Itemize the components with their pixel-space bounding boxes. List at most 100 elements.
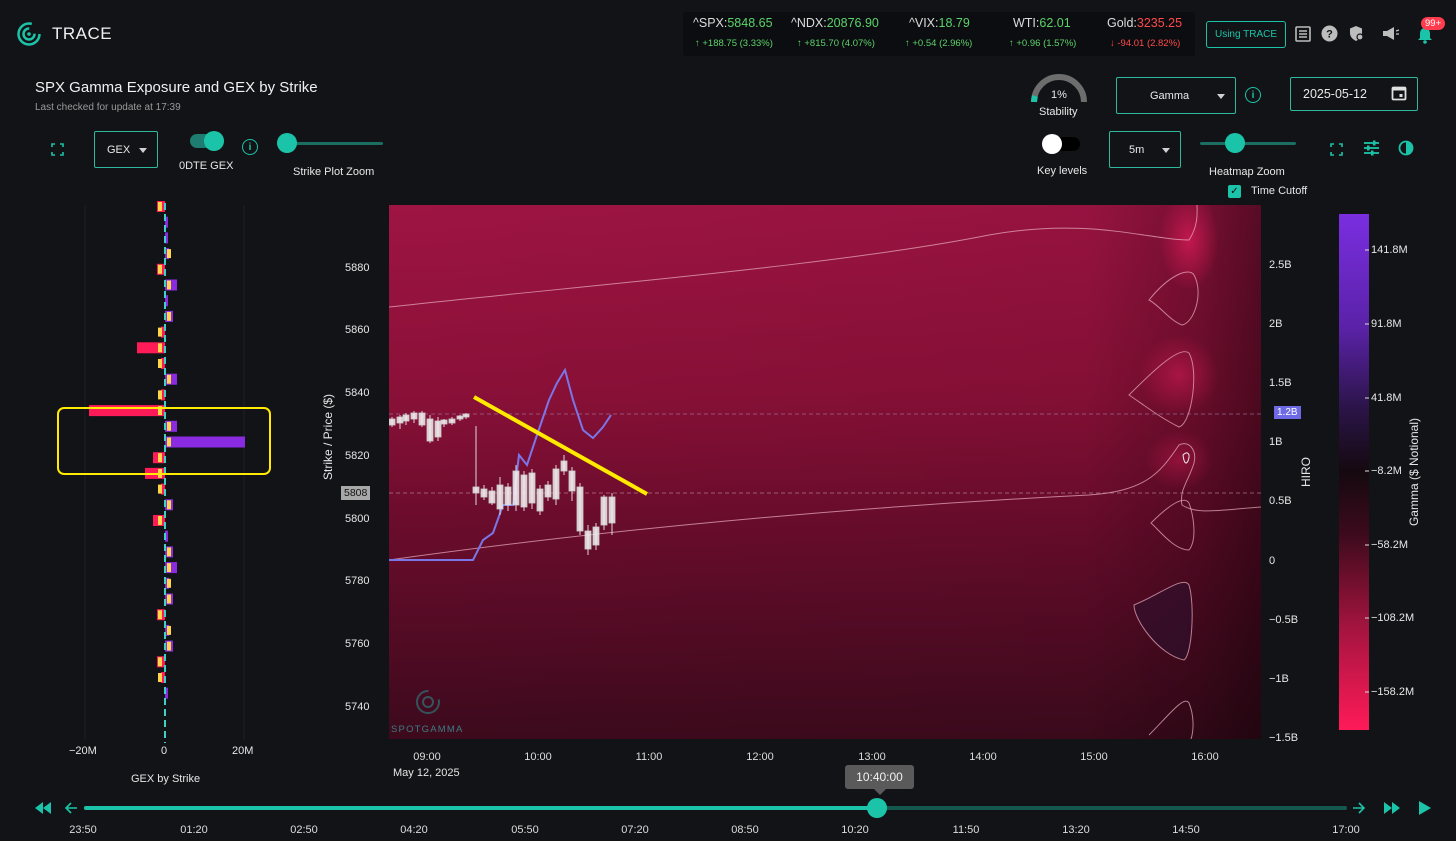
x-tick: 16:00 [1191, 751, 1219, 763]
timeline-current-tooltip: 10:40:00 [845, 765, 914, 789]
timeline-tick: 08:50 [731, 824, 759, 836]
gex-x-tick: 20M [232, 745, 254, 757]
gex-bar-accent [167, 280, 171, 290]
fullscreen-icon[interactable] [51, 143, 64, 156]
date-label: May 12, 2025 [393, 767, 460, 779]
skip-back-icon[interactable] [35, 802, 51, 814]
key-levels-toggle-knob[interactable] [1042, 134, 1062, 154]
watermark-text: SPOTGAMMA [391, 724, 464, 735]
step-forward-arrow-icon[interactable] [1352, 802, 1365, 814]
hiro-tick: 1B [1269, 436, 1283, 448]
gex-bar-accent [167, 437, 171, 447]
security-icon[interactable] [1348, 25, 1365, 42]
candle [568, 470, 576, 492]
timeline-knob[interactable] [867, 798, 888, 818]
gex-x-label: GEX by Strike [131, 773, 201, 785]
last-checked-text: Last checked for update at 17:39 [35, 102, 181, 113]
gex-bar-accent [167, 547, 171, 557]
ticker-spx[interactable]: ^SPX:5848.65 ↑ +188.75 (3.33%) [693, 16, 773, 49]
gex-bar-accent [158, 484, 162, 494]
y-tick: 5860 [345, 324, 370, 336]
contrast-icon[interactable] [1398, 140, 1414, 156]
gamma-dropdown[interactable]: Gamma [1116, 77, 1236, 114]
candle [480, 488, 488, 498]
candle [560, 460, 568, 472]
hiro-tick: −1.5B [1269, 732, 1299, 744]
ticker-ndx[interactable]: ^NDX:20876.90 ↑ +815.70 (4.07%) [791, 16, 879, 49]
hiro-tick: 0 [1269, 555, 1276, 567]
settings-sliders-icon[interactable] [1363, 140, 1380, 156]
ticker-gold[interactable]: Gold:3235.25 ↓ -94.01 (2.82%) [1107, 16, 1182, 49]
timeline-tick: 23:50 [69, 824, 97, 836]
heatmap-y-label: Strike / Price ($) [321, 394, 335, 481]
megaphone-icon[interactable] [1382, 26, 1400, 41]
document-icon[interactable] [1295, 26, 1311, 42]
gex-x-tick: 0 [161, 745, 168, 757]
strike-zoom-slider-knob[interactable] [277, 133, 297, 153]
gex-bar-accent [158, 264, 162, 274]
x-tick: 12:00 [746, 751, 774, 763]
gex-bar-accent [158, 610, 162, 620]
gex-bar-accent [158, 516, 162, 525]
app-name: TRACE [52, 24, 113, 43]
ticker-wti[interactable]: WTI:62.01 ↑ +0.96 (1.57%) [1009, 16, 1076, 49]
play-icon[interactable] [1419, 801, 1431, 815]
time-cutoff-label: Time Cutoff [1251, 185, 1308, 197]
candle [544, 484, 552, 498]
candle [496, 484, 504, 510]
candle [488, 490, 496, 504]
odte-toggle-knob[interactable] [204, 131, 224, 151]
hiro-tick: −0.5B [1269, 614, 1299, 626]
colorbar-label: Gamma ($ Notional) [1407, 417, 1421, 527]
gex-dropdown[interactable]: GEX [94, 131, 158, 168]
candle [402, 414, 410, 422]
gex-by-strike-chart [57, 201, 271, 743]
candle [456, 415, 464, 420]
candle [462, 413, 470, 418]
interval-dropdown[interactable]: 5m [1109, 131, 1181, 168]
candle [426, 418, 434, 442]
x-tick: 15:00 [1080, 751, 1108, 763]
calendar-icon[interactable] [1391, 85, 1407, 101]
timeline-tick: 02:50 [290, 824, 318, 836]
timeline-tick: 04:20 [400, 824, 428, 836]
info-icon[interactable]: i [242, 139, 258, 155]
candle [536, 488, 544, 512]
timeline-track[interactable] [84, 806, 1347, 810]
timeline-tick: 13:20 [1062, 824, 1090, 836]
gex-bar-accent [167, 578, 171, 588]
x-tick: 11:00 [635, 751, 663, 763]
heatmap-zoom-slider-track[interactable] [1200, 142, 1296, 145]
gamma-info-icon[interactable]: i [1245, 87, 1261, 103]
gex-bar-accent [167, 625, 171, 635]
candle [592, 526, 600, 546]
gex-bar-accent [158, 202, 162, 211]
timeline-tick: 07:20 [621, 824, 649, 836]
x-tick: 14:00 [969, 751, 997, 763]
hiro-tick: −1B [1269, 673, 1289, 685]
colorbar-tick: 91.8M [1371, 318, 1402, 330]
help-icon[interactable]: ? [1321, 25, 1338, 42]
strike-zoom-slider-track[interactable] [287, 142, 383, 145]
heatmap-fullscreen-icon[interactable] [1330, 143, 1343, 156]
timeline-progress [84, 806, 878, 810]
candle [418, 412, 426, 426]
y-tick: 5840 [345, 387, 370, 399]
hiro-marker: 1.2B [1274, 406, 1301, 419]
gex-bar [165, 436, 245, 448]
gex-bar-accent [158, 327, 162, 337]
candle [410, 412, 418, 420]
using-trace-button[interactable]: Using TRACE [1206, 21, 1286, 48]
candle [396, 416, 404, 424]
y-tick: 5780 [345, 575, 370, 587]
gamma-heatmap [389, 205, 1261, 739]
heatmap-zoom-slider-knob[interactable] [1225, 133, 1245, 153]
gex-bar-accent [167, 421, 171, 431]
skip-forward-icon[interactable] [1384, 802, 1400, 814]
ticker-vix[interactable]: ^VIX:18.79 ↑ +0.54 (2.96%) [905, 16, 972, 49]
step-back-arrow-icon[interactable] [65, 802, 78, 814]
time-cutoff-checkbox[interactable]: ✓ [1228, 185, 1241, 198]
heatmap-zoom-label: Heatmap Zoom [1209, 166, 1285, 178]
candle [576, 486, 584, 532]
x-tick: 09:00 [413, 751, 441, 763]
